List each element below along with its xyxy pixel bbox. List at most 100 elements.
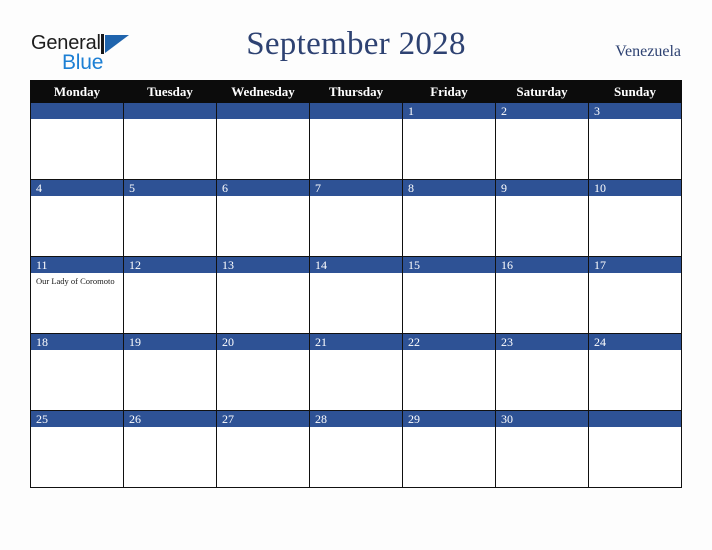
calendar-day-cell[interactable]: 9	[495, 179, 589, 257]
calendar-body: 1 2 3 4 5 6 7 8 9 10 11 Our Lady of Coromoto 12 13 14 1…	[30, 102, 682, 488]
calendar-day-cell[interactable]: 24	[588, 333, 682, 411]
day-number: 17	[589, 257, 681, 273]
day-number: 12	[124, 257, 216, 273]
day-events	[496, 350, 588, 353]
calendar-day-cell[interactable]: 25	[30, 410, 124, 488]
day-number: 18	[31, 334, 123, 350]
weekday-header-thursday: Thursday	[309, 80, 403, 103]
calendar-day-cell[interactable]: 27	[216, 410, 310, 488]
day-number: 7	[310, 180, 402, 196]
day-number: 5	[124, 180, 216, 196]
calendar-day-cell[interactable]: 30	[495, 410, 589, 488]
day-events	[31, 427, 123, 430]
page-title: September 2028	[246, 26, 466, 62]
day-number: 8	[403, 180, 495, 196]
day-number: 28	[310, 411, 402, 427]
day-events	[496, 427, 588, 430]
calendar-day-cell[interactable]: 13	[216, 256, 310, 334]
calendar-day-cell[interactable]: 19	[123, 333, 217, 411]
day-events	[124, 427, 216, 430]
weekday-header-friday: Friday	[402, 80, 496, 103]
calendar-week-row: 11 Our Lady of Coromoto 12 13 14 15 16 17	[30, 256, 682, 334]
calendar-day-cell[interactable]: 23	[495, 333, 589, 411]
calendar-day-cell[interactable]: 29	[402, 410, 496, 488]
day-number: 25	[31, 411, 123, 427]
day-number	[124, 103, 216, 119]
calendar-header-row: Monday Tuesday Wednesday Thursday Friday…	[30, 80, 682, 103]
day-events	[217, 427, 309, 430]
calendar-day-cell[interactable]: 20	[216, 333, 310, 411]
weekday-header-saturday: Saturday	[495, 80, 589, 103]
weekday-header-monday: Monday	[30, 80, 124, 103]
calendar-day-cell[interactable]: 14	[309, 256, 403, 334]
day-events	[496, 273, 588, 276]
day-events	[496, 196, 588, 199]
holiday-label: Our Lady of Coromoto	[36, 276, 115, 286]
day-number: 30	[496, 411, 588, 427]
day-events	[124, 196, 216, 199]
calendar-week-row: 123	[30, 102, 682, 180]
day-events	[124, 350, 216, 353]
day-number: 1	[403, 103, 495, 119]
calendar-day-cell[interactable]: 22	[402, 333, 496, 411]
calendar-day-cell[interactable]	[588, 410, 682, 488]
day-number: 2	[496, 103, 588, 119]
day-number	[310, 103, 402, 119]
day-events	[310, 273, 402, 276]
calendar-day-cell[interactable]: 28	[309, 410, 403, 488]
calendar-day-cell[interactable]	[30, 102, 124, 180]
day-events	[589, 427, 681, 430]
calendar-day-cell[interactable]: 12	[123, 256, 217, 334]
day-events	[403, 350, 495, 353]
day-events	[217, 196, 309, 199]
calendar-day-cell[interactable]: 5	[123, 179, 217, 257]
day-number: 15	[403, 257, 495, 273]
calendar-day-cell[interactable]: 26	[123, 410, 217, 488]
day-events	[31, 119, 123, 122]
calendar-day-cell[interactable]	[216, 102, 310, 180]
day-number: 9	[496, 180, 588, 196]
day-number: 29	[403, 411, 495, 427]
calendar-day-cell[interactable]: 8	[402, 179, 496, 257]
day-events	[124, 119, 216, 122]
calendar-day-cell[interactable]: 17	[588, 256, 682, 334]
calendar-day-cell[interactable]	[309, 102, 403, 180]
calendar-day-cell[interactable]: 3	[588, 102, 682, 180]
calendar-day-cell[interactable]: 21	[309, 333, 403, 411]
day-events	[589, 350, 681, 353]
day-events	[496, 119, 588, 122]
day-number: 3	[589, 103, 681, 119]
calendar-day-cell[interactable]	[123, 102, 217, 180]
day-number: 24	[589, 334, 681, 350]
calendar-week-row: 4 5 6 7 8 9 10	[30, 179, 682, 257]
day-number: 16	[496, 257, 588, 273]
calendar-day-cell[interactable]: 11 Our Lady of Coromoto	[30, 256, 124, 334]
calendar-week-row: 18 19 20 21 22 23 24	[30, 333, 682, 411]
calendar-day-cell[interactable]: 6	[216, 179, 310, 257]
day-events	[310, 196, 402, 199]
day-events	[217, 273, 309, 276]
calendar-day-cell[interactable]: 7	[309, 179, 403, 257]
day-events	[31, 350, 123, 353]
day-number: 6	[217, 180, 309, 196]
calendar-day-cell[interactable]: 16	[495, 256, 589, 334]
day-number: 13	[217, 257, 309, 273]
day-events: Our Lady of Coromoto	[31, 273, 123, 287]
calendar-day-cell[interactable]: 2	[495, 102, 589, 180]
day-events	[403, 273, 495, 276]
day-events	[124, 273, 216, 276]
day-number	[217, 103, 309, 119]
day-number: 11	[31, 257, 123, 273]
day-events	[403, 196, 495, 199]
calendar-day-cell[interactable]: 10	[588, 179, 682, 257]
day-number	[589, 411, 681, 427]
day-number	[31, 103, 123, 119]
day-events	[217, 350, 309, 353]
calendar-day-cell[interactable]: 1	[402, 102, 496, 180]
calendar-day-cell[interactable]: 18	[30, 333, 124, 411]
day-number: 10	[589, 180, 681, 196]
calendar-day-cell[interactable]: 4	[30, 179, 124, 257]
day-events	[589, 273, 681, 276]
calendar-day-cell[interactable]: 15	[402, 256, 496, 334]
weekday-header-wednesday: Wednesday	[216, 80, 310, 103]
